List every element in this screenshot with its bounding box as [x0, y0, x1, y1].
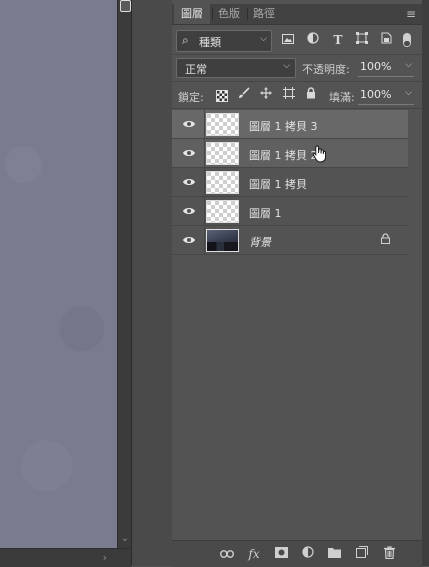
- layer-thumbnail[interactable]: [206, 171, 239, 194]
- fill-field[interactable]: 100% ⌵: [358, 86, 414, 105]
- shape-filter-icon[interactable]: [354, 32, 370, 48]
- layer-name[interactable]: 圖層 1 拷貝: [249, 176, 307, 192]
- visibility-eye-icon[interactable]: [182, 176, 196, 188]
- smart-object-filter-icon[interactable]: [378, 32, 394, 48]
- layer-thumbnail[interactable]: [206, 113, 239, 136]
- tab-paths[interactable]: 路徑: [248, 4, 280, 24]
- blend-mode-value: 正常: [185, 63, 207, 76]
- fill-label: 填滿:: [329, 91, 355, 104]
- layer-name[interactable]: 圖層 1 拷貝 2: [249, 147, 318, 163]
- chevron-down-icon: ⌵: [283, 61, 290, 71]
- blend-mode-select[interactable]: 正常 ⌵: [176, 58, 296, 78]
- kind-filter-select[interactable]: ⌕ 種類 ⌵: [176, 30, 272, 52]
- filter-row: ⌕ 種類 ⌵ T: [172, 30, 422, 52]
- layer-row[interactable]: 圖層 1 拷貝 2: [172, 139, 408, 168]
- hand-cursor-icon: [312, 145, 328, 163]
- add-mask-icon[interactable]: [272, 546, 290, 562]
- panel-tabs: 圖層 色版 路徑 ≡: [172, 4, 422, 25]
- lock-icon: [381, 233, 390, 247]
- fill-value: 100%: [360, 88, 392, 101]
- scroll-down-arrow-icon[interactable]: ⌄: [118, 534, 132, 544]
- visibility-eye-icon[interactable]: [182, 147, 196, 159]
- panel-dock-gutter: [131, 0, 173, 566]
- divider: [172, 108, 422, 109]
- search-icon: ⌕: [182, 33, 189, 47]
- image-filter-icon[interactable]: [280, 32, 296, 48]
- layer-thumbnail[interactable]: [206, 200, 239, 223]
- divider: [172, 81, 422, 82]
- layer-thumbnail[interactable]: [206, 142, 239, 165]
- chevron-down-icon[interactable]: ⌵: [405, 60, 412, 70]
- layer-row[interactable]: 圖層 1: [172, 197, 408, 226]
- chevron-down-icon: ⌵: [260, 34, 267, 44]
- divider: [204, 110, 205, 138]
- chevron-down-icon[interactable]: ⌵: [405, 88, 412, 98]
- lock-all-icon[interactable]: [303, 87, 319, 103]
- canvas-vertical-scrollbar[interactable]: ⌄: [117, 0, 132, 548]
- layer-thumbnail[interactable]: [206, 229, 239, 252]
- divider: [172, 54, 422, 55]
- document-canvas[interactable]: [0, 0, 117, 548]
- lock-row: 鎖定: 填滿: 100% ⌵: [172, 86, 422, 106]
- lock-image-pixels-icon[interactable]: [236, 87, 252, 103]
- fx-icon[interactable]: fx: [245, 546, 263, 562]
- canvas-horizontal-scrollbar[interactable]: ›: [0, 548, 131, 567]
- type-filter-icon[interactable]: T: [330, 32, 346, 48]
- tab-channels[interactable]: 色版: [213, 4, 245, 24]
- tab-layers[interactable]: 圖層: [174, 4, 210, 24]
- lock-position-icon[interactable]: [258, 87, 274, 103]
- panel-edge: [422, 0, 429, 566]
- layer-row[interactable]: 圖層 1 拷貝 3: [172, 110, 408, 139]
- opacity-label: 不透明度:: [302, 63, 350, 76]
- delete-layer-icon[interactable]: [380, 546, 398, 562]
- layer-name[interactable]: 圖層 1 拷貝 3: [249, 118, 318, 134]
- link-layers-icon[interactable]: [218, 546, 236, 562]
- divider: [204, 168, 205, 196]
- new-layer-icon[interactable]: [353, 546, 371, 562]
- divider: [204, 197, 205, 225]
- scroll-right-arrow-icon[interactable]: ›: [103, 551, 107, 564]
- visibility-eye-icon[interactable]: [182, 205, 196, 217]
- visibility-eye-icon[interactable]: [182, 234, 196, 246]
- adjustment-layer-icon[interactable]: [299, 546, 317, 562]
- opacity-field[interactable]: 100% ⌵: [358, 58, 414, 77]
- lock-transparent-pixels-icon[interactable]: [216, 90, 228, 102]
- blend-row: 正常 ⌵ 不透明度: 100% ⌵: [172, 58, 422, 78]
- layer-row[interactable]: 圖層 1 拷貝: [172, 168, 408, 197]
- layer-name[interactable]: 背景: [249, 234, 271, 250]
- opacity-value: 100%: [360, 60, 392, 73]
- layers-panel: 圖層 色版 路徑 ≡ ⌕ 種類 ⌵ T 正常 ⌵ 不透明度: 100% ⌵ 鎖定…: [172, 0, 422, 567]
- filter-toggle-switch[interactable]: [403, 33, 411, 47]
- panel-menu-icon[interactable]: ≡: [406, 8, 416, 20]
- divider: [204, 226, 205, 254]
- lock-label: 鎖定:: [178, 91, 204, 104]
- adjustment-filter-icon[interactable]: [305, 32, 321, 48]
- lock-artboard-icon[interactable]: [281, 87, 297, 103]
- layer-row[interactable]: 背景: [172, 226, 408, 255]
- kind-filter-label: 種類: [199, 36, 221, 49]
- vertical-scroll-thumb[interactable]: [120, 0, 131, 12]
- layer-name[interactable]: 圖層 1: [249, 205, 282, 221]
- visibility-eye-icon[interactable]: [182, 118, 196, 130]
- divider: [204, 139, 205, 167]
- new-group-icon[interactable]: [325, 546, 343, 562]
- layers-bottom-toolbar: fx: [172, 540, 422, 567]
